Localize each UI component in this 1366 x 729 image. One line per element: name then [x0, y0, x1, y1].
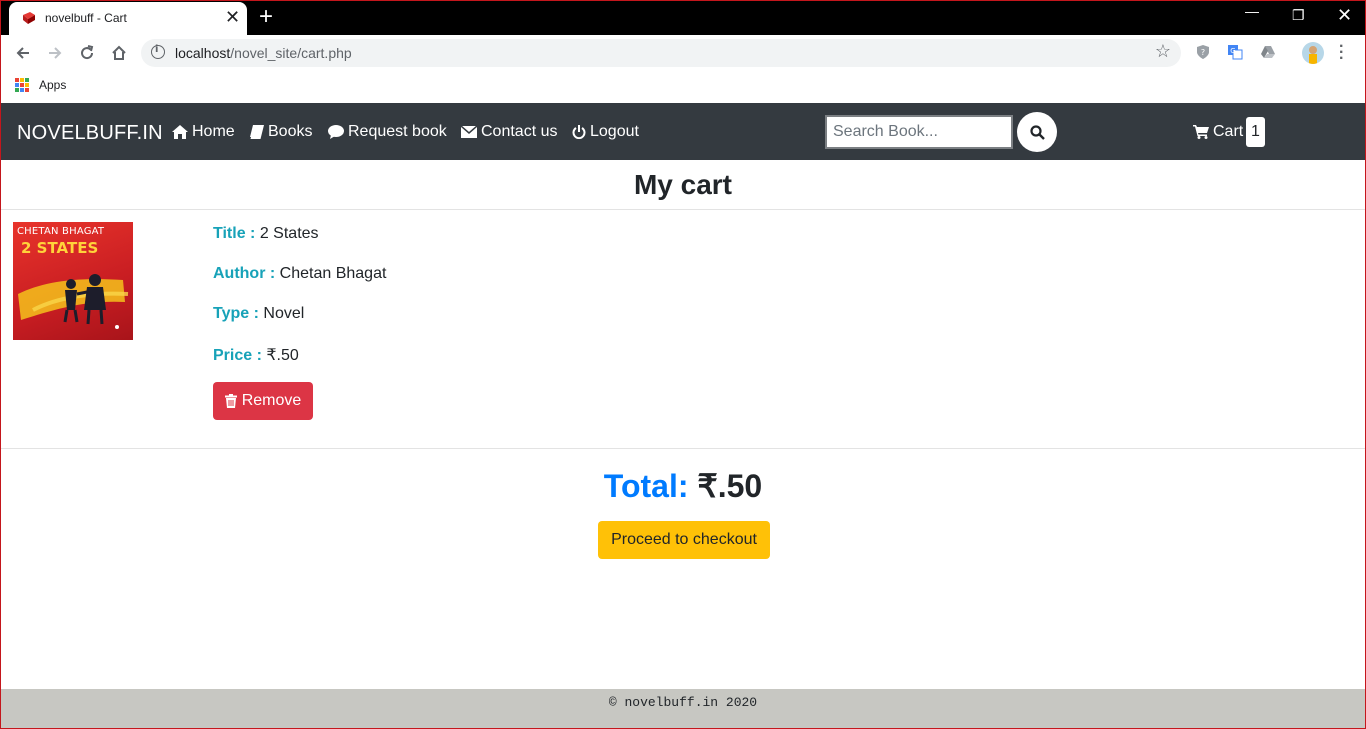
- type-value: Novel: [263, 305, 305, 322]
- reload-icon: [81, 45, 94, 60]
- url-host: localhost: [175, 45, 231, 61]
- home-icon: [112, 45, 126, 60]
- browser-tab-bar: novelbuff - Cart ✕ + — ❐ ✕: [1, 1, 1365, 35]
- cart-label: Cart: [1213, 123, 1244, 140]
- total-value: ₹.50: [697, 468, 763, 504]
- new-tab-button[interactable]: +: [259, 4, 273, 30]
- profile-avatar[interactable]: [1302, 42, 1324, 64]
- bookmarks-bar: Apps: [1, 71, 1365, 103]
- title-label: Title :: [213, 225, 256, 242]
- envelope-icon: [461, 126, 477, 138]
- nav-logout[interactable]: Logout: [572, 123, 639, 141]
- search-button[interactable]: [1017, 112, 1057, 152]
- footer: © novelbuff.in 2020: [1, 689, 1365, 728]
- translate-extension-icon[interactable]: G: [1227, 44, 1243, 60]
- window-restore-button[interactable]: ❐: [1292, 7, 1305, 24]
- price-label: Price :: [213, 347, 262, 364]
- remove-button[interactable]: Remove: [213, 382, 313, 420]
- arrow-right-icon: [49, 47, 62, 59]
- url-text[interactable]: localhost/novel_site/cart.php: [175, 45, 352, 61]
- browser-menu-icon[interactable]: · · ·: [1339, 39, 1344, 67]
- nav-contact-us[interactable]: Contact us: [461, 123, 557, 141]
- nav-books-label: Books: [268, 123, 313, 140]
- comment-icon: [328, 125, 344, 139]
- cart-count-badge: 1: [1246, 117, 1265, 147]
- bookmark-star-icon[interactable]: ☆: [1155, 41, 1171, 62]
- type-label: Type :: [213, 305, 259, 322]
- divider: [1, 209, 1365, 210]
- item-type-row: Type : Novel: [213, 305, 304, 323]
- forward-button[interactable]: [43, 41, 67, 65]
- cover-illustration: [18, 274, 129, 329]
- title-value: 2 States: [259, 225, 319, 242]
- cart-icon: [1193, 125, 1209, 139]
- nav-books[interactable]: Books: [250, 123, 312, 141]
- author-label: Author :: [213, 265, 276, 282]
- book-cover-image[interactable]: CHETAN BHAGAT 2 STATES: [13, 222, 133, 340]
- cart-link[interactable]: Cart: [1193, 123, 1243, 141]
- price-value: ₹.50: [266, 347, 299, 364]
- apps-grid-icon[interactable]: [15, 78, 29, 92]
- address-bar[interactable]: localhost/novel_site/cart.php ☆: [141, 39, 1181, 67]
- drive-extension-icon[interactable]: [1260, 44, 1276, 60]
- window-close-button[interactable]: ✕: [1337, 5, 1352, 26]
- checkout-label: Proceed to checkout: [611, 531, 757, 548]
- tab-title: novelbuff - Cart: [45, 11, 127, 25]
- home-icon: [172, 125, 188, 139]
- footer-text: © novelbuff.in 2020: [608, 695, 758, 710]
- search-input[interactable]: [825, 115, 1013, 149]
- window-minimize-button[interactable]: —: [1245, 3, 1259, 19]
- remove-label: Remove: [241, 392, 302, 409]
- reload-button[interactable]: [75, 41, 99, 65]
- cart-total: Total: ₹.50: [1, 467, 1365, 505]
- avatar-icon: [1309, 46, 1317, 64]
- svg-text:G: G: [1230, 47, 1235, 55]
- home-button[interactable]: [107, 41, 131, 65]
- author-value: Chetan Bhagat: [279, 265, 387, 282]
- book-favicon-icon: [23, 12, 35, 24]
- search-icon: [1029, 124, 1045, 140]
- browser-tab[interactable]: novelbuff - Cart ✕: [9, 2, 247, 35]
- site-navbar: NOVELBUFF.IN Home Books Request book Con…: [1, 103, 1365, 160]
- checkout-button[interactable]: Proceed to checkout: [598, 521, 770, 559]
- nav-contact-us-label: Contact us: [481, 123, 558, 140]
- item-title-row: Title : 2 States: [213, 225, 319, 243]
- info-icon[interactable]: [151, 44, 165, 59]
- power-icon: [572, 125, 586, 139]
- browser-toolbar: localhost/novel_site/cart.php ☆ ? G ···: [1, 35, 1365, 71]
- shield-extension-icon[interactable]: ?: [1195, 44, 1211, 60]
- brand-logo[interactable]: NOVELBUFF.IN: [17, 122, 163, 145]
- back-button[interactable]: [11, 41, 35, 65]
- total-label: Total:: [603, 468, 689, 504]
- nav-home[interactable]: Home: [172, 123, 235, 141]
- nav-request-book[interactable]: Request book: [328, 123, 447, 141]
- tab-close-icon[interactable]: ✕: [225, 8, 240, 26]
- nav-home-label: Home: [192, 123, 235, 140]
- nav-request-book-label: Request book: [348, 123, 447, 140]
- item-price-row: Price : ₹.50: [213, 345, 299, 365]
- trash-icon: [224, 394, 237, 408]
- arrow-left-icon: [16, 47, 29, 59]
- nav-logout-label: Logout: [590, 123, 639, 140]
- page-title: My cart: [633, 169, 733, 200]
- divider: [1, 448, 1365, 449]
- url-path: /novel_site/cart.php: [230, 45, 352, 61]
- item-author-row: Author : Chetan Bhagat: [213, 265, 386, 283]
- book-icon: [250, 125, 264, 139]
- apps-bookmark[interactable]: Apps: [39, 78, 66, 92]
- svg-text:?: ?: [1201, 48, 1205, 57]
